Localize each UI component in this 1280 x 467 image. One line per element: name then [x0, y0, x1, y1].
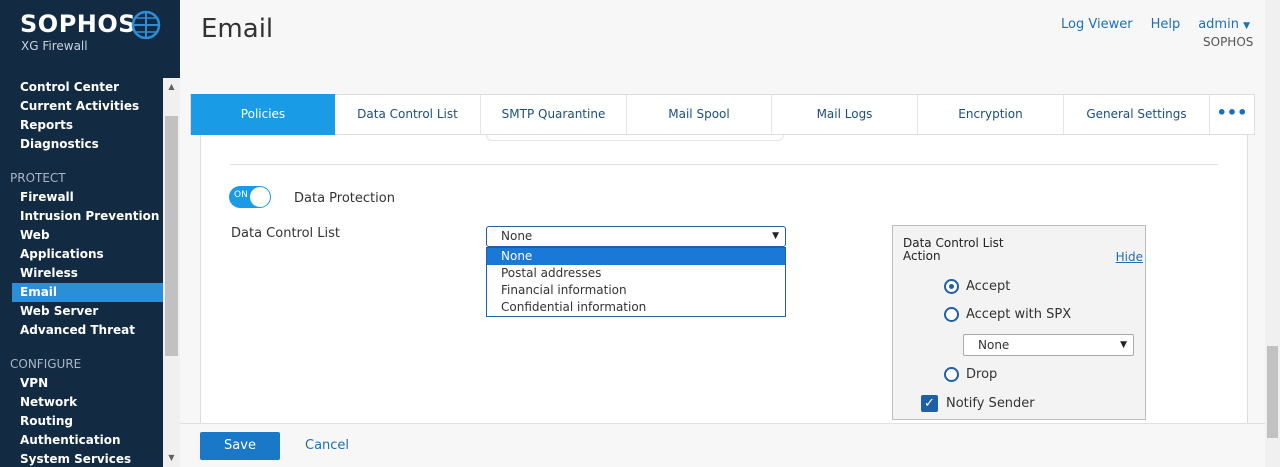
data-control-list-select[interactable]: None ▼ — [486, 226, 786, 247]
sidebar-item-authentication[interactable]: Authentication — [0, 431, 163, 450]
sidebar-item-web[interactable]: Web — [0, 226, 163, 245]
sidebar-section-protect: PROTECT — [10, 171, 66, 185]
data-control-list-label: Data Control List — [231, 226, 341, 241]
sidebar-item-firewall[interactable]: Firewall — [0, 188, 163, 207]
tab-encryption[interactable]: Encryption — [918, 95, 1064, 134]
user-org: SOPHOS — [1203, 35, 1254, 49]
tab-general-settings[interactable]: General Settings — [1064, 95, 1210, 134]
sidebar-item-diagnostics[interactable]: Diagnostics — [0, 135, 163, 154]
main-scroll-thumb[interactable] — [1267, 346, 1278, 438]
spx-template-select[interactable]: None ▼ — [963, 334, 1134, 356]
radio-button[interactable] — [944, 307, 959, 322]
radio-label: Accept with SPX — [966, 307, 1072, 322]
sidebar-item-web-server[interactable]: Web Server — [0, 302, 163, 321]
section-divider — [230, 164, 1218, 165]
sidebar-nav: Control Center Current Activities Report… — [0, 78, 163, 467]
scroll-down-arrow-icon[interactable]: ▼ — [163, 451, 180, 465]
radio-button[interactable] — [944, 279, 959, 294]
sidebar-item-reports[interactable]: Reports — [0, 116, 163, 135]
tab-bar: Policies Data Control List SMTP Quaranti… — [190, 94, 1255, 135]
dropdown-option[interactable]: Financial information — [487, 282, 785, 299]
radio-accept[interactable]: Accept — [944, 279, 1010, 294]
policy-form-panel: ON Data Protection Data Control List Non… — [200, 135, 1248, 423]
user-menu[interactable]: admin ▼ — [1198, 17, 1250, 32]
sidebar-section-configure: CONFIGURE — [10, 357, 82, 371]
hide-link[interactable]: Hide — [1116, 250, 1143, 264]
sidebar-item-current-activities[interactable]: Current Activities — [0, 97, 163, 116]
tab-smtp-quarantine[interactable]: SMTP Quarantine — [481, 95, 627, 134]
radio-accept-with-spx[interactable]: Accept with SPX — [944, 307, 1071, 322]
form-footer: Save Cancel — [180, 423, 1265, 467]
brand: SOPHOS XG Firewall — [20, 10, 136, 53]
toggle-state-label: ON — [234, 190, 248, 200]
dropdown-option[interactable]: None — [487, 248, 785, 265]
main-scrollbar[interactable] — [1265, 0, 1280, 467]
sidebar: SOPHOS XG Firewall Control Center Curren… — [0, 0, 180, 467]
sidebar-item-vpn[interactable]: VPN — [0, 374, 163, 393]
chevron-down-icon: ▼ — [772, 231, 779, 241]
toggle-knob — [250, 187, 270, 207]
data-protection-label: Data Protection — [294, 191, 395, 206]
dcl-action-box: Data Control List Action Hide Accept Acc… — [892, 225, 1146, 420]
select-value: None — [978, 338, 1010, 352]
checkbox-label: Notify Sender — [946, 396, 1035, 411]
page-title: Email — [201, 14, 274, 44]
brand-name: SOPHOS — [20, 10, 137, 38]
product-name: XG Firewall — [21, 39, 88, 53]
sidebar-item-advanced-threat[interactable]: Advanced Threat — [0, 321, 163, 340]
sidebar-item-intrusion-prevention[interactable]: Intrusion Prevention — [0, 207, 163, 226]
log-viewer-link[interactable]: Log Viewer — [1061, 17, 1133, 32]
scroll-up-arrow-icon[interactable]: ▲ — [163, 80, 180, 94]
cancel-button[interactable]: Cancel — [305, 438, 349, 453]
data-protection-toggle[interactable]: ON — [229, 186, 271, 208]
tab-data-control-list[interactable]: Data Control List — [335, 95, 481, 134]
user-name: admin — [1198, 17, 1239, 32]
sidebar-item-control-center[interactable]: Control Center — [0, 78, 163, 97]
help-link[interactable]: Help — [1151, 17, 1181, 32]
chevron-down-icon: ▼ — [1120, 340, 1127, 350]
sidebar-item-system-services[interactable]: System Services — [0, 450, 163, 467]
radio-label: Accept — [966, 279, 1011, 294]
notify-sender-checkbox-row[interactable]: ✓ Notify Sender — [921, 395, 1035, 412]
tab-mail-spool[interactable]: Mail Spool — [627, 95, 772, 134]
field-remnant — [486, 135, 784, 141]
action-box-title: Data Control List Action — [903, 236, 1004, 263]
data-control-list-dropdown: None Postal addresses Financial informat… — [486, 247, 786, 317]
checkmark-icon[interactable]: ✓ — [921, 395, 938, 412]
save-button[interactable]: Save — [200, 432, 280, 460]
radio-label: Drop — [966, 367, 998, 382]
sidebar-item-network[interactable]: Network — [0, 393, 163, 412]
sidebar-item-routing[interactable]: Routing — [0, 412, 163, 431]
sidebar-scrollbar[interactable]: ▲ ▼ — [163, 78, 180, 467]
globe-logo-icon — [131, 10, 161, 40]
more-tabs-icon[interactable]: ••• — [1210, 95, 1254, 134]
tab-policies[interactable]: Policies — [191, 94, 335, 135]
sidebar-item-applications[interactable]: Applications — [0, 245, 163, 264]
select-value: None — [501, 229, 533, 243]
tab-mail-logs[interactable]: Mail Logs — [772, 95, 918, 134]
sidebar-scroll-thumb[interactable] — [165, 116, 178, 356]
dropdown-option[interactable]: Confidential information — [487, 299, 785, 316]
sidebar-item-email[interactable]: Email — [12, 283, 163, 302]
radio-button[interactable] — [944, 367, 959, 382]
sidebar-item-wireless[interactable]: Wireless — [0, 264, 163, 283]
top-links: Log Viewer Help admin ▼ — [1061, 17, 1250, 32]
dropdown-option[interactable]: Postal addresses — [487, 265, 785, 282]
radio-drop[interactable]: Drop — [944, 367, 997, 382]
chevron-down-icon: ▼ — [1243, 21, 1250, 31]
